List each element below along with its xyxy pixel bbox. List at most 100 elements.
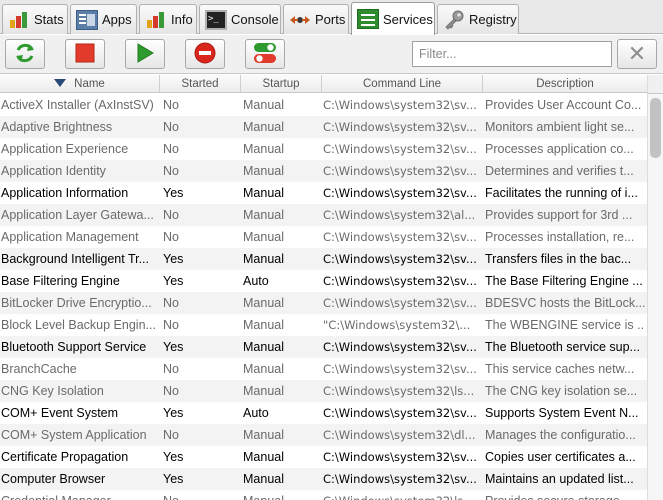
cell-startup: Manual	[243, 340, 284, 354]
cell-desc: Manages the configuratio...	[485, 428, 636, 442]
cell-started: No	[163, 296, 179, 310]
cell-started: Yes	[163, 340, 184, 354]
cell-name: Credential Manager	[1, 490, 159, 500]
table-row[interactable]: Base Filtering Engine Yes Auto C:\Windows\s…	[0, 270, 647, 292]
column-label: Startup	[262, 78, 300, 90]
cell-cmd: C:\Windows\system32\ls...	[323, 490, 482, 500]
tab-registry[interactable]: Registry	[437, 4, 519, 34]
tab-label: Info	[171, 12, 193, 27]
table-row[interactable]: Application Experience No Manual C:\Windows…	[0, 138, 647, 160]
tab-bar: Stats Apps Info >_ Console Ports Service…	[0, 0, 663, 35]
cell-desc: Provides support for 3rd ...	[485, 208, 633, 222]
cell-name: Application Identity	[1, 164, 106, 178]
cell-startup: Auto	[243, 406, 269, 420]
cell-startup: Manual	[243, 98, 284, 112]
table-row[interactable]: CNG Key Isolation No Manual C:\Windows\syst…	[0, 380, 647, 402]
cell-startup: Manual	[243, 450, 284, 464]
bar-chart-icon	[145, 10, 167, 30]
cell-name: Adaptive Brightness	[1, 120, 113, 134]
column-header-startup[interactable]: Startup	[241, 75, 322, 93]
tab-apps[interactable]: Apps	[70, 4, 137, 34]
stop-icon	[75, 43, 95, 66]
disable-button[interactable]	[185, 39, 225, 69]
cell-startup: Manual	[243, 296, 284, 310]
filter-input[interactable]	[412, 41, 612, 67]
column-label: Command Line	[363, 78, 441, 90]
cell-started: No	[163, 208, 179, 222]
table-row[interactable]: Credential Manager No ManualC:\Windows\sys…	[0, 490, 647, 500]
cell-desc: Provides secure storage ...	[485, 490, 645, 500]
cell-desc: BDESVC hosts the BitLock...	[485, 296, 645, 310]
cell-name: Background Intelligent Tr...	[1, 252, 150, 266]
cell-cmd: C:\Windows\system32\sv...	[323, 98, 477, 112]
cell-name: BitLocker Drive Encryptio...	[1, 296, 152, 310]
cell-started: Yes	[163, 252, 184, 266]
table-row[interactable]: COM+ System Application No Manual C:\Window…	[0, 424, 647, 446]
table-row[interactable]: Application Management No Manual C:\Windows…	[0, 226, 647, 248]
cell-cmd: C:\Windows\system32\sv...	[323, 472, 477, 486]
toggle-startup-button[interactable]	[245, 39, 285, 69]
tab-label: Apps	[102, 12, 132, 27]
cell-startup: Manual	[243, 318, 284, 332]
table-row[interactable]: COM+ Event System Yes Auto C:\Windows\syste…	[0, 402, 647, 424]
table-row[interactable]: Bluetooth Support Service Yes Manual C:\Win…	[0, 336, 647, 358]
scrollbar-thumb[interactable]	[650, 98, 661, 158]
start-icon	[135, 42, 155, 66]
cell-started: No	[163, 98, 179, 112]
start-button[interactable]	[125, 39, 165, 69]
table-row[interactable]: Certificate Propagation Yes Manual C:\Windo…	[0, 446, 647, 468]
cell-name: Application Management	[1, 230, 139, 244]
column-header-started[interactable]: Started	[160, 75, 241, 93]
table-row[interactable]: Block Level Backup Engin... No Manual "C:\W…	[0, 314, 647, 336]
services-table: ActiveX Installer (AxInstSV) No Manual C:\W…	[0, 94, 647, 500]
cell-desc: Transfers files in the bac...	[485, 252, 632, 266]
table-row[interactable]: BitLocker Drive Encryptio... No Manual C:\W…	[0, 292, 647, 314]
column-header-command-line[interactable]: Command Line	[322, 75, 483, 93]
vertical-scrollbar[interactable]	[647, 94, 663, 500]
key-icon	[443, 10, 465, 30]
table-row[interactable]: Computer Browser Yes Manual C:\Windows\syst…	[0, 468, 647, 490]
cell-startup: Manual	[243, 384, 284, 398]
cell-name: Application Information	[1, 186, 129, 200]
cell-started: Yes	[163, 450, 184, 464]
table-row[interactable]: Application Information Yes Manual C:\Windo…	[0, 182, 647, 204]
tab-info[interactable]: Info	[139, 4, 197, 34]
cell-desc: This service caches netw...	[485, 362, 635, 376]
tab-console[interactable]: >_ Console	[199, 4, 281, 34]
cell-cmd: C:\Windows\system32\sv...	[323, 142, 477, 156]
tab-ports[interactable]: Ports	[283, 4, 349, 34]
cell-name: Application Experience	[1, 142, 129, 156]
close-icon: ✕	[627, 41, 647, 66]
tab-label: Registry	[469, 12, 517, 27]
tab-label: Console	[231, 12, 279, 27]
cell-started: No	[163, 362, 179, 376]
table-row[interactable]: Application Layer Gatewa... No Manual C:\Wi…	[0, 204, 647, 226]
table-row[interactable]: Application Identity No Manual C:\Windows\s…	[0, 160, 647, 182]
table-row[interactable]: BranchCache No Manual C:\Windows\system32\s…	[0, 358, 647, 380]
cell-startup: Manual	[243, 164, 284, 178]
column-header-name[interactable]: Name	[0, 75, 160, 93]
cell-started: Yes	[163, 274, 184, 288]
cell-started: No	[163, 490, 239, 500]
cell-name: Base Filtering Engine	[1, 274, 120, 288]
column-label: Description	[536, 78, 594, 90]
sort-descending-icon	[54, 78, 67, 87]
refresh-button[interactable]	[5, 39, 45, 69]
table-row[interactable]: Background Intelligent Tr... Yes Manual C:\…	[0, 248, 647, 270]
column-header-description[interactable]: Description	[483, 75, 647, 93]
tab-label: Ports	[315, 12, 346, 27]
cell-startup: Manual	[243, 120, 284, 134]
tab-services[interactable]: Services	[351, 2, 435, 35]
clear-filter-button[interactable]: ✕	[617, 39, 657, 69]
tab-stats[interactable]: Stats	[2, 4, 68, 34]
stop-button[interactable]	[65, 39, 105, 69]
table-row[interactable]: ActiveX Installer (AxInstSV) No Manual C:\W…	[0, 94, 647, 116]
cell-cmd: C:\Windows\system32\sv...	[323, 340, 477, 354]
cell-started: No	[163, 384, 179, 398]
cell-desc: The Base Filtering Engine ...	[485, 274, 643, 288]
cell-startup: Manual	[243, 208, 284, 222]
cell-name: Block Level Backup Engin...	[1, 318, 156, 332]
table-row[interactable]: Adaptive Brightness No Manual C:\Windows\sy…	[0, 116, 647, 138]
terminal-icon: >_	[205, 9, 227, 30]
cell-desc: Facilitates the running of i...	[485, 186, 638, 200]
